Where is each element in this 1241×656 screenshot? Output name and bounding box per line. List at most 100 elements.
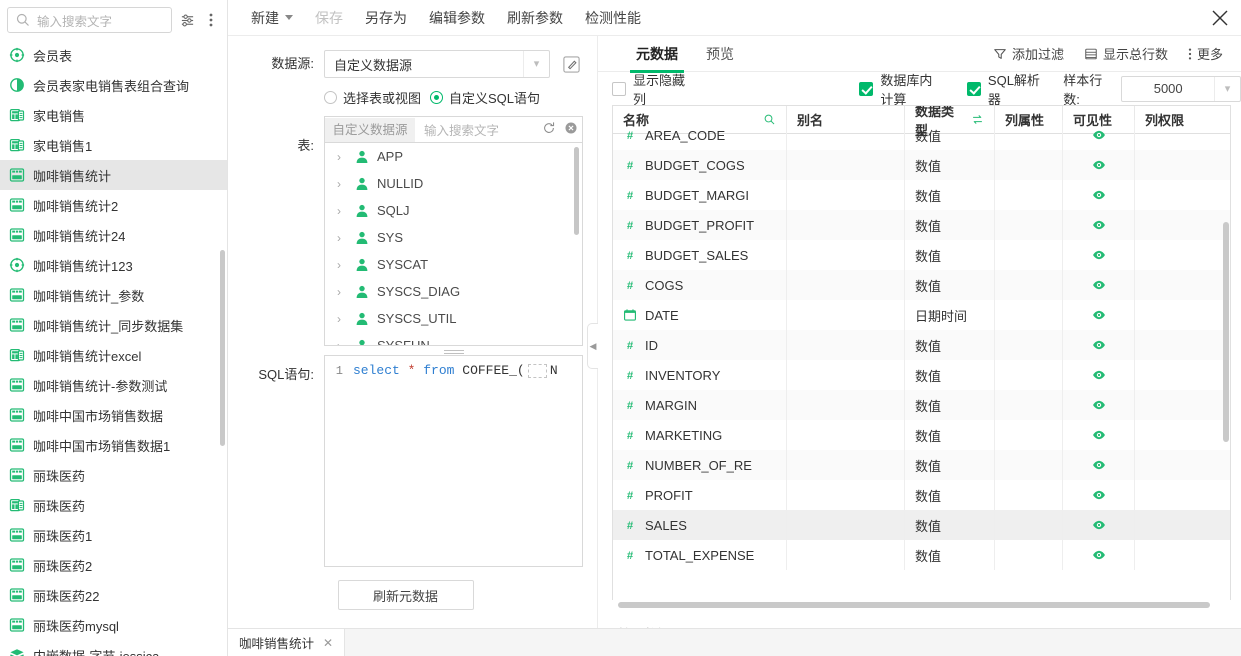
table-row[interactable]: # BUDGET_PROFIT 数值: [613, 210, 1230, 240]
document-tab[interactable]: 咖啡销售统计 ✕: [228, 628, 346, 656]
datatype-cell[interactable]: 数值: [905, 510, 995, 540]
visibility-cell[interactable]: [1063, 360, 1135, 390]
grid-body[interactable]: # AREA_CODE 数值 # BUDGET_COGS 数值 # BUDGET_MARGI 数…: [613, 120, 1230, 600]
chevron-right-icon[interactable]: ›: [337, 204, 347, 218]
datatype-cell[interactable]: 数值: [905, 120, 995, 150]
search-input[interactable]: 输入搜索文字: [7, 7, 172, 33]
chevron-right-icon[interactable]: ›: [337, 312, 347, 326]
table-row[interactable]: # MARGIN 数值: [613, 390, 1230, 420]
column-permission-cell[interactable]: [1135, 300, 1230, 330]
table-row[interactable]: # SALES 数值: [613, 510, 1230, 540]
dataset-list[interactable]: 会员表 会员表家电销售表组合查询 家电销售 家电销售1 咖啡销售统计 咖啡销售统计2 咖啡销…: [0, 40, 227, 656]
column-attr-cell[interactable]: [995, 360, 1063, 390]
save-as-button[interactable]: 另存为: [354, 0, 418, 36]
column-permission-cell[interactable]: [1135, 420, 1230, 450]
add-filter-button[interactable]: 添加过滤: [985, 40, 1072, 68]
column-permission-cell[interactable]: [1135, 150, 1230, 180]
grid-horizontal-scrollbar[interactable]: [612, 600, 1231, 610]
table-row[interactable]: # NUMBER_OF_RE 数值: [613, 450, 1230, 480]
column-attr-cell[interactable]: [995, 300, 1063, 330]
schema-node-1[interactable]: › NULLID: [325, 170, 582, 197]
sidebar-item-13[interactable]: 咖啡中国市场销售数据1: [0, 430, 227, 460]
refresh-icon[interactable]: [538, 121, 560, 138]
column-permission-cell[interactable]: [1135, 540, 1230, 570]
tab-preview[interactable]: 预览: [692, 36, 748, 72]
sidebar-item-7[interactable]: 咖啡销售统计123: [0, 250, 227, 280]
column-permission-cell[interactable]: [1135, 180, 1230, 210]
grid-vertical-scrollbar[interactable]: [1223, 222, 1229, 442]
sidebar-item-1[interactable]: 会员表家电销售表组合查询: [0, 70, 227, 100]
refresh-metadata-button[interactable]: 刷新元数据: [337, 580, 474, 610]
alias-cell[interactable]: [787, 270, 905, 300]
datatype-cell[interactable]: 数值: [905, 240, 995, 270]
schema-tree-scrollbar[interactable]: [574, 147, 579, 235]
chevron-right-icon[interactable]: ›: [337, 150, 347, 164]
datatype-cell[interactable]: 日期时间: [905, 300, 995, 330]
visibility-cell[interactable]: [1063, 420, 1135, 450]
alias-cell[interactable]: [787, 360, 905, 390]
column-attr-cell[interactable]: [995, 390, 1063, 420]
column-permission-cell[interactable]: [1135, 120, 1230, 150]
sidebar-item-11[interactable]: 咖啡销售统计-参数测试: [0, 370, 227, 400]
column-attr-cell[interactable]: [995, 510, 1063, 540]
alias-cell[interactable]: [787, 240, 905, 270]
chevron-left-icon[interactable]: ◀: [587, 323, 598, 369]
visibility-cell[interactable]: [1063, 210, 1135, 240]
column-attr-cell[interactable]: [995, 420, 1063, 450]
datatype-cell[interactable]: 数值: [905, 210, 995, 240]
visibility-cell[interactable]: [1063, 330, 1135, 360]
sql-editor[interactable]: 1 select * from COFFEE_( N: [324, 355, 583, 567]
chevron-right-icon[interactable]: ›: [337, 285, 347, 299]
sidebar-item-16[interactable]: 丽珠医药1: [0, 520, 227, 550]
visibility-cell[interactable]: [1063, 270, 1135, 300]
sidebar-item-8[interactable]: 咖啡销售统计_参数: [0, 280, 227, 310]
sidebar-item-5[interactable]: 咖啡销售统计2: [0, 190, 227, 220]
column-permission-cell[interactable]: [1135, 480, 1230, 510]
chevron-right-icon[interactable]: ›: [337, 258, 347, 272]
sidebar-item-19[interactable]: 丽珠医药mysql: [0, 610, 227, 640]
alias-cell[interactable]: [787, 210, 905, 240]
schema-node-4[interactable]: › SYSCAT: [325, 251, 582, 278]
column-attr-cell[interactable]: [995, 330, 1063, 360]
datatype-cell[interactable]: 数值: [905, 270, 995, 300]
sidebar-scrollbar[interactable]: [220, 250, 225, 446]
column-permission-cell[interactable]: [1135, 330, 1230, 360]
close-icon[interactable]: [1209, 7, 1231, 29]
radio-custom-sql[interactable]: 自定义SQL语句: [430, 88, 540, 107]
datatype-cell[interactable]: 数值: [905, 420, 995, 450]
column-attr-cell[interactable]: [995, 210, 1063, 240]
edit-square-icon[interactable]: [559, 52, 583, 76]
datatype-cell[interactable]: 数值: [905, 390, 995, 420]
schema-tree[interactable]: › APP › NULLID › SQLJ › SYS › SYSCAT › SYSCS_DIAG › S…: [324, 142, 583, 346]
alias-cell[interactable]: [787, 540, 905, 570]
chevron-right-icon[interactable]: ›: [337, 339, 347, 346]
datasource-select[interactable]: 自定义数据源 ▾: [324, 50, 550, 78]
alias-cell[interactable]: [787, 510, 905, 540]
edit-params-button[interactable]: 编辑参数: [418, 0, 496, 36]
visibility-cell[interactable]: [1063, 450, 1135, 480]
sidebar-item-4[interactable]: 咖啡销售统计: [0, 160, 227, 190]
visibility-cell[interactable]: [1063, 510, 1135, 540]
column-permission-cell[interactable]: [1135, 450, 1230, 480]
schema-node-3[interactable]: › SYS: [325, 224, 582, 251]
visibility-cell[interactable]: [1063, 240, 1135, 270]
datatype-cell[interactable]: 数值: [905, 180, 995, 210]
column-permission-cell[interactable]: [1135, 270, 1230, 300]
table-row[interactable]: # BUDGET_MARGI 数值: [613, 180, 1230, 210]
column-permission-cell[interactable]: [1135, 360, 1230, 390]
visibility-cell[interactable]: [1063, 120, 1135, 150]
sidebar-item-0[interactable]: 会员表: [0, 40, 227, 70]
table-row[interactable]: # BUDGET_COGS 数值: [613, 150, 1230, 180]
sidebar-item-2[interactable]: 家电销售: [0, 100, 227, 130]
datatype-cell[interactable]: 数值: [905, 540, 995, 570]
alias-cell[interactable]: [787, 450, 905, 480]
sidebar-item-17[interactable]: 丽珠医药2: [0, 550, 227, 580]
datatype-cell[interactable]: 数值: [905, 450, 995, 480]
schema-node-6[interactable]: › SYSCS_UTIL: [325, 305, 582, 332]
column-permission-cell[interactable]: [1135, 510, 1230, 540]
alias-cell[interactable]: [787, 150, 905, 180]
show-total-rows-button[interactable]: 显示总行数: [1076, 40, 1176, 68]
sidebar-item-14[interactable]: 丽珠医药: [0, 460, 227, 490]
sample-rows-select[interactable]: 5000 ▾: [1121, 75, 1241, 102]
schema-node-2[interactable]: › SQLJ: [325, 197, 582, 224]
